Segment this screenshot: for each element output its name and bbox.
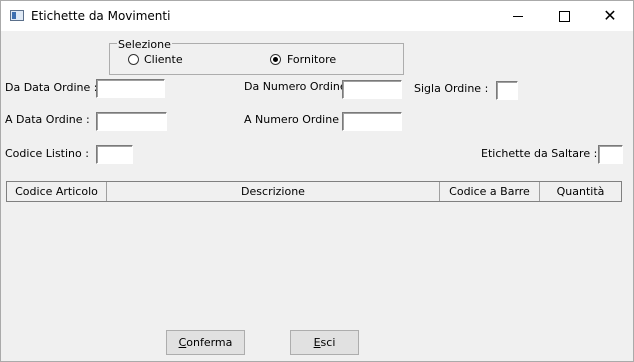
grid-header: Codice Articolo Descrizione Codice a Bar… xyxy=(6,181,622,202)
close-icon: ✕ xyxy=(603,6,617,25)
da-data-ordine-field[interactable] xyxy=(96,79,165,98)
column-header-codice-a-barre[interactable]: Codice a Barre xyxy=(440,182,540,201)
esci-button[interactable]: Esci xyxy=(290,330,359,355)
radio-cliente-label[interactable]: Cliente xyxy=(144,53,183,66)
minimize-button[interactable] xyxy=(495,1,541,31)
etichette-da-saltare-label: Etichette da Saltare : xyxy=(481,147,598,160)
window-title: Etichette da Movimenti xyxy=(31,9,171,23)
a-data-ordine-field[interactable] xyxy=(96,112,167,131)
main-window: Etichette da Movimenti ✕ Selezione Clien… xyxy=(0,0,634,362)
app-window-icon xyxy=(10,10,24,21)
conferma-label: onferma xyxy=(186,336,233,349)
da-data-ordine-label: Da Data Ordine : xyxy=(5,81,98,94)
grid-body[interactable] xyxy=(6,202,622,312)
radio-fornitore-label[interactable]: Fornitore xyxy=(287,53,336,66)
codice-listino-field[interactable] xyxy=(96,145,133,164)
sigla-ordine-field[interactable] xyxy=(496,81,518,100)
a-data-ordine-label: A Data Ordine : xyxy=(5,113,90,126)
esci-mnemonic: E xyxy=(313,336,321,349)
selezione-label: Selezione xyxy=(117,38,172,51)
radio-selected-dot xyxy=(273,57,278,62)
a-numero-ordine-label: A Numero Ordine : xyxy=(244,113,347,126)
column-header-quantita[interactable]: Quantità xyxy=(540,182,621,201)
maximize-icon xyxy=(558,10,570,22)
title-bar[interactable]: Etichette da Movimenti ✕ xyxy=(1,1,633,31)
da-numero-ordine-field[interactable] xyxy=(342,80,402,99)
maximize-button[interactable] xyxy=(541,1,587,31)
conferma-mnemonic: C xyxy=(178,336,187,349)
column-header-codice-articolo[interactable]: Codice Articolo xyxy=(7,182,107,201)
radio-fornitore[interactable] xyxy=(270,54,281,65)
close-button[interactable]: ✕ xyxy=(587,1,633,31)
conferma-button[interactable]: Conferma xyxy=(166,330,245,355)
esci-label: sci xyxy=(320,336,336,349)
minimize-icon xyxy=(513,15,523,17)
etichette-da-saltare-field[interactable] xyxy=(598,145,623,164)
column-header-descrizione[interactable]: Descrizione xyxy=(107,182,440,201)
a-numero-ordine-field[interactable] xyxy=(342,112,402,131)
radio-cliente[interactable] xyxy=(128,54,139,65)
codice-listino-label: Codice Listino : xyxy=(5,147,89,160)
sigla-ordine-label: Sigla Ordine : xyxy=(414,82,489,95)
da-numero-ordine-label: Da Numero Ordine : xyxy=(244,80,354,93)
